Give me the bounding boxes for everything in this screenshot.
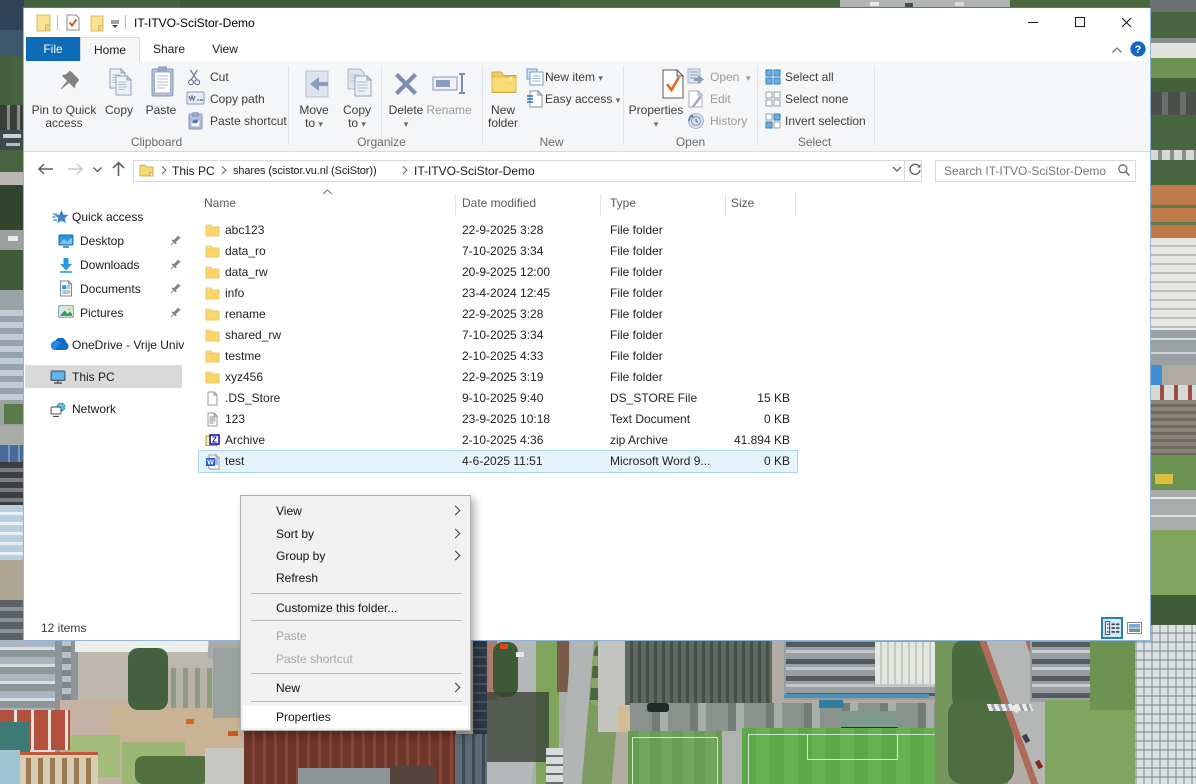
svg-text:W: W — [207, 460, 214, 467]
svg-text:?: ? — [1135, 44, 1142, 56]
svg-text:Z: Z — [212, 435, 217, 444]
